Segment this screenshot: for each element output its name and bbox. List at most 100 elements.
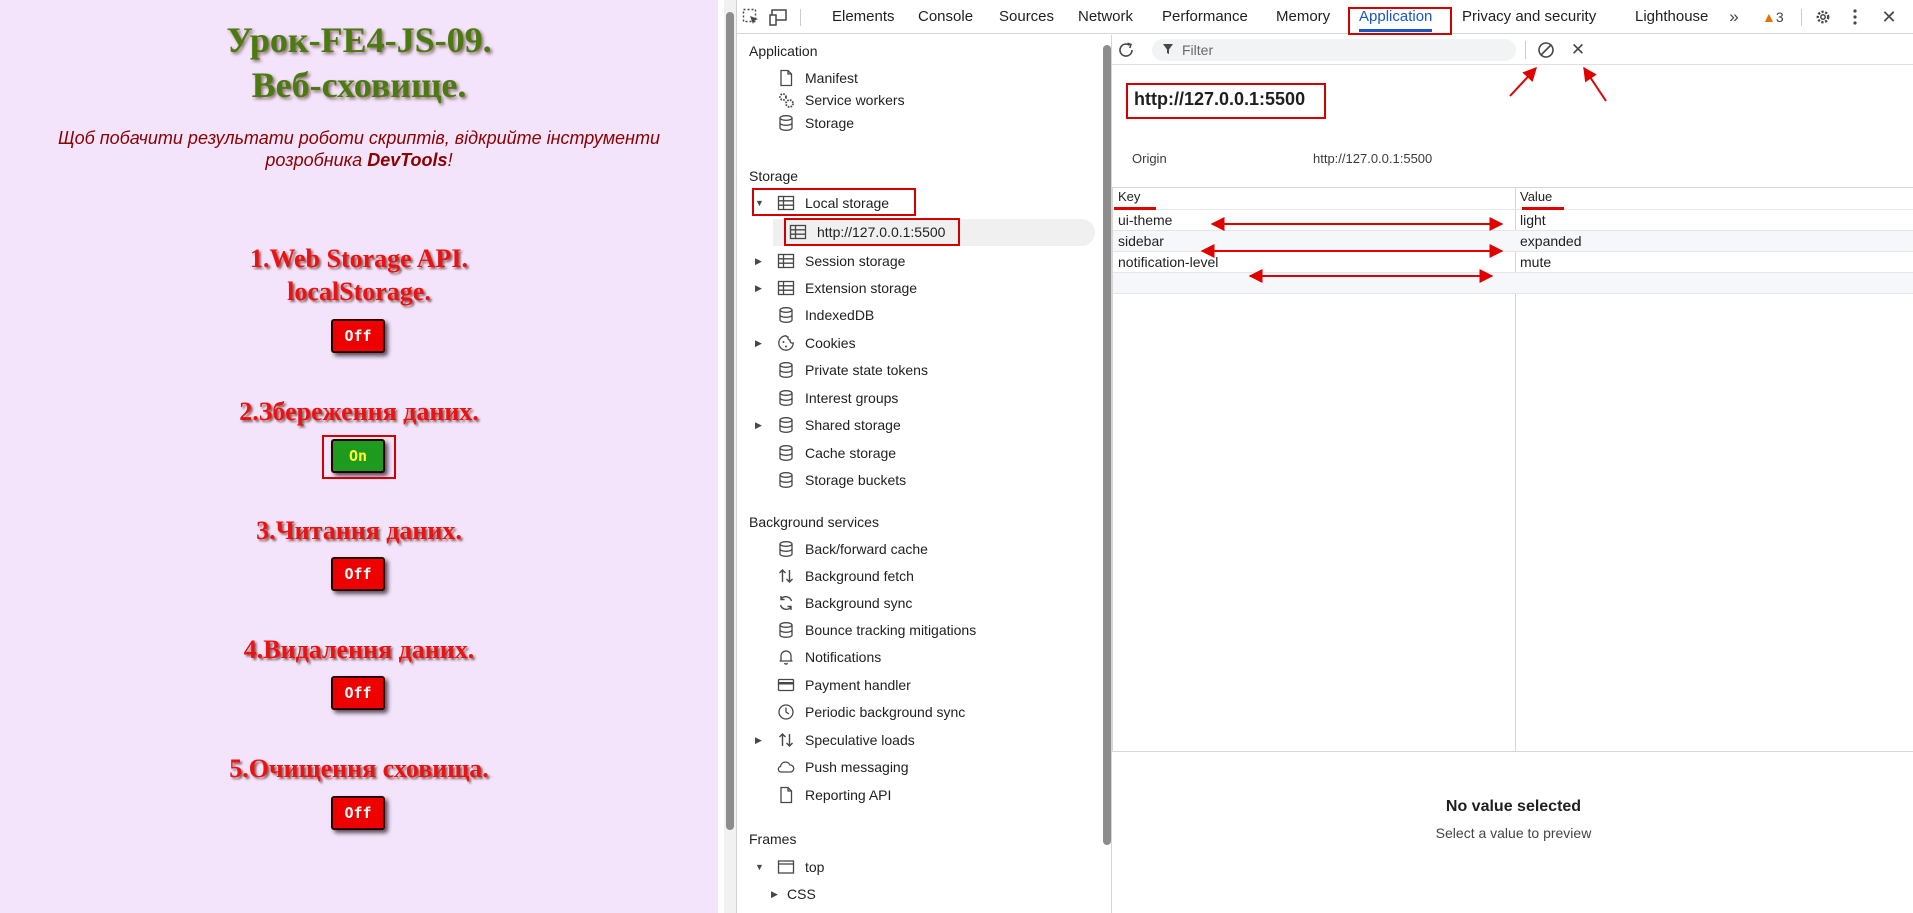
page-scrollbar[interactable] [724,0,736,913]
database-icon [779,362,793,378]
expanded-arrow-icon[interactable]: ▼ [755,862,765,872]
devtools-panel: Elements Console Sources Network Perform… [736,0,1913,913]
webpage-panel: Урок-FE4-JS-09. Веб-сховище. Щоб побачит… [0,0,733,913]
clock-icon [778,704,794,720]
expanded-arrow-icon[interactable]: ▼ [755,198,765,208]
tab-performance[interactable]: Performance [1162,0,1248,34]
tab-sources[interactable]: Sources [999,0,1054,34]
sidebar-scrollbar[interactable] [1103,35,1111,913]
frame-window-icon [777,860,795,874]
tab-lighthouse[interactable]: Lighthouse [1635,0,1708,34]
table-row-empty [1113,293,1913,314]
sidebar-item-label: http://127.0.0.1:5500 [817,224,946,240]
collapsed-arrow-icon[interactable]: ▶ [771,889,781,899]
bell-icon [779,650,793,665]
delete-selected-icon[interactable]: ✕ [1566,38,1590,62]
tab-console[interactable]: Console [918,0,973,34]
storage-table: Key Value ui-theme light sidebar expande… [1112,187,1913,752]
sidebar-item-label: Session storage [805,253,906,269]
row-key: sidebar [1118,233,1164,249]
collapsed-arrow-icon[interactable]: ▶ [755,420,765,430]
sidebar-item-label: Push messaging [805,759,909,775]
toolbar-divider [800,9,801,26]
credit-card-icon [777,678,795,692]
close-devtools-icon[interactable]: ✕ [1877,5,1901,29]
kebab-menu-icon[interactable] [1843,5,1867,29]
up-down-arrows-icon [779,733,793,747]
sidebar-item-label: Shared storage [805,417,901,433]
page-title-line-2: Веб-сховище. [251,65,467,105]
sidebar-item-label: Service workers [805,92,905,108]
collapsed-arrow-icon[interactable]: ▶ [755,338,765,348]
collapsed-arrow-icon[interactable]: ▶ [755,256,765,266]
table-row-empty[interactable] [1113,272,1913,293]
clear-all-icon[interactable] [1534,38,1558,62]
tab-elements[interactable]: Elements [832,0,895,34]
sidebar-section-application: Application [749,43,818,59]
tab-privacy-and-security[interactable]: Privacy and security [1462,0,1596,34]
table-row[interactable]: sidebar expanded [1113,230,1913,251]
collapsed-arrow-icon[interactable]: ▶ [755,283,765,293]
lesson-1-toggle-button[interactable]: Off [331,319,385,353]
filter-input[interactable] [1182,39,1502,61]
row-key: notification-level [1118,254,1219,270]
row-value: mute [1520,254,1552,270]
table-row[interactable]: ui-theme light [1113,209,1913,230]
tab-network[interactable]: Network [1078,0,1133,34]
sidebar-item-label: Private state tokens [805,362,928,378]
document-icon [780,69,793,87]
settings-gear-icon[interactable] [1811,5,1835,29]
table-row[interactable]: notification-level mute [1113,251,1913,272]
sidebar-item-label: Storage buckets [805,472,907,488]
sidebar-item-label: Background fetch [805,568,914,584]
device-toolbar-icon[interactable] [767,5,791,29]
table-icon [777,195,795,211]
lesson-1-subtitle: localStorage. [287,277,431,306]
lesson-2-toggle-button[interactable]: On [331,439,385,473]
warning-icon: ▲ [1762,9,1776,25]
sidebar-section-frames: Frames [749,831,797,847]
instructions-end: ! [447,150,453,170]
row-value: light [1520,212,1546,228]
instructions-text: Щоб побачити результати роботи скриптів,… [58,128,660,170]
page-scrollbar-thumb[interactable] [726,12,734,830]
storage-toolbar: ✕ [1112,35,1913,65]
toolbar-divider-2 [1801,9,1802,26]
column-header-key[interactable]: Key [1118,189,1140,204]
lesson-2-title: 2.Збереження даних. [239,397,479,426]
sidebar-section-background-services: Background services [749,514,879,530]
sidebar-item-label: Periodic background sync [805,704,966,720]
more-tabs-icon[interactable]: » [1722,5,1746,29]
sidebar-item-label: Notifications [805,649,882,665]
warnings-badge[interactable]: ▲3 [1762,0,1784,34]
inspect-element-icon[interactable] [739,5,763,29]
sidebar-item-label: Extension storage [805,280,918,296]
gears-icon [779,93,794,108]
sidebar-item-local-storage[interactable]: ▼ Local storage [755,191,1095,215]
lesson-3-toggle-button[interactable]: Off [331,557,385,591]
document-icon [780,786,793,804]
sync-icon [779,595,793,611]
sidebar-scrollbar-thumb[interactable] [1103,45,1111,845]
lesson-4-title: 4.Видалення даних. [243,635,475,664]
page-instructions: Щоб побачити результати роботи скриптів,… [30,127,688,171]
lesson-5-toggle-button[interactable]: Off [331,796,385,830]
sidebar-item-label: Back/forward cache [805,541,928,557]
lesson-4-toggle-button[interactable]: Off [331,676,385,710]
preview-subtitle: Select a value to preview [1435,825,1592,841]
tab-application[interactable]: Application [1359,0,1433,34]
sidebar-item-label: IndexedDB [805,307,875,323]
refresh-icon[interactable] [1114,38,1138,62]
sidebar-item-label: Bounce tracking mitigations [805,622,977,638]
filter-field[interactable] [1152,39,1516,61]
sidebar-item-label: Payment handler [805,677,911,693]
database-icon [779,417,793,433]
column-header-value[interactable]: Value [1520,189,1552,204]
tab-memory[interactable]: Memory [1276,0,1330,34]
sidebar-item-label: Background sync [805,595,913,611]
local-storage-view: ✕ http://127.0.0.1:5500 Origin http://12… [1111,35,1913,913]
row-key: ui-theme [1118,212,1173,228]
database-icon [779,390,793,406]
table-icon [789,224,807,240]
collapsed-arrow-icon[interactable]: ▶ [755,735,765,745]
